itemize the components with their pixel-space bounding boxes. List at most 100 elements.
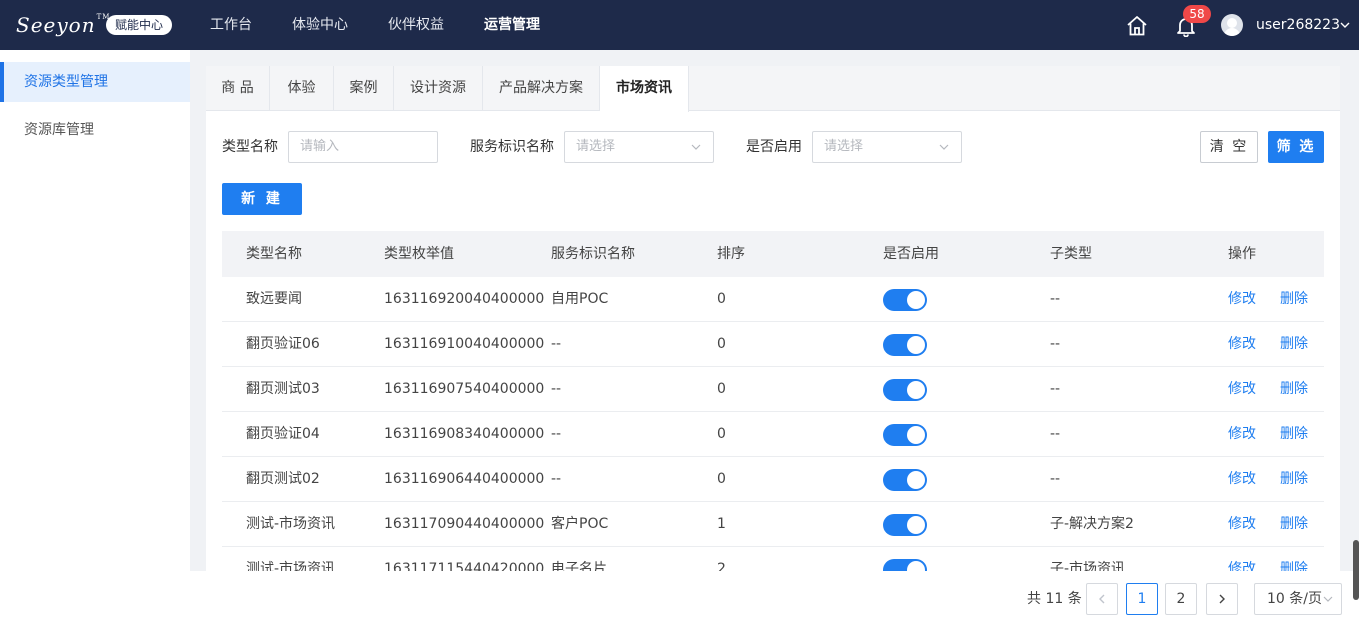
- tab-market-news[interactable]: 市场资讯: [600, 66, 689, 112]
- delete-link[interactable]: 删除: [1280, 367, 1308, 412]
- cell-type-name: 翻页验证06: [246, 336, 320, 352]
- table-row: 致远要闻 163116920040400000 自用POC 0 -- 修改 删除: [222, 277, 1324, 322]
- page-scrollbar[interactable]: [1353, 540, 1359, 600]
- cell-order: 0: [717, 336, 726, 352]
- delete-link[interactable]: 删除: [1280, 547, 1308, 571]
- notification-badge: 58: [1183, 5, 1211, 23]
- enabled-toggle[interactable]: [883, 424, 927, 446]
- edit-link[interactable]: 修改: [1228, 277, 1256, 322]
- enabled-toggle[interactable]: [883, 514, 927, 536]
- chevron-down-icon[interactable]: [1340, 21, 1350, 29]
- enabled-toggle[interactable]: [883, 379, 927, 401]
- chevron-down-icon: [1323, 596, 1333, 602]
- enabled-label: 是否启用: [746, 139, 802, 155]
- cell-type-name: 测试-市场资讯: [246, 561, 336, 571]
- cell-enum: 163116907540400000: [384, 381, 545, 397]
- cell-subtype: --: [1050, 471, 1061, 487]
- chevron-left-icon: [1099, 594, 1105, 604]
- cell-order: 0: [717, 471, 726, 487]
- cell-type-name: 翻页验证04: [246, 426, 320, 442]
- type-name-label: 类型名称: [222, 139, 278, 155]
- main-nav: 工作台 体验中心 伙伴权益 运营管理: [210, 0, 580, 50]
- clear-button[interactable]: 清 空: [1200, 131, 1258, 163]
- cell-type-name: 测试-市场资讯: [246, 516, 336, 532]
- cell-enum: 163116908340400000: [384, 426, 545, 442]
- delete-link[interactable]: 删除: [1280, 277, 1308, 322]
- sidebar: 资源类型管理 资源库管理: [0, 50, 190, 628]
- tab-case[interactable]: 案例: [334, 66, 394, 111]
- cell-service: --: [551, 471, 562, 487]
- cell-enum: 163116910040400000: [384, 336, 545, 352]
- cell-order: 0: [717, 291, 726, 307]
- page-button-1[interactable]: 1: [1126, 583, 1158, 615]
- cell-subtype: 子-解决方案2: [1050, 516, 1134, 532]
- tab-design-resources[interactable]: 设计资源: [394, 66, 483, 111]
- nav-item-operations[interactable]: 运营管理: [484, 0, 540, 50]
- delete-link[interactable]: 删除: [1280, 412, 1308, 457]
- delete-link[interactable]: 删除: [1280, 322, 1308, 367]
- enabled-toggle[interactable]: [883, 334, 927, 356]
- avatar[interactable]: [1221, 14, 1243, 36]
- type-name-input[interactable]: 请输入: [288, 131, 438, 163]
- next-page-button[interactable]: [1206, 583, 1238, 615]
- enabled-toggle[interactable]: [883, 289, 927, 311]
- chevron-right-icon: [1219, 594, 1225, 604]
- main-panel: 商 品 体验 案例 设计资源 产品解决方案 市场资讯 类型名称 请输入 服务标识…: [206, 66, 1340, 571]
- seeyon-logo[interactable]: SeeyonTM: [16, 13, 110, 37]
- column-header-enabled: 是否启用: [883, 246, 939, 262]
- new-button[interactable]: 新 建: [222, 183, 302, 215]
- cell-enum: 163116906440400000: [384, 471, 545, 487]
- service-name-label: 服务标识名称: [470, 139, 554, 155]
- edit-link[interactable]: 修改: [1228, 367, 1256, 412]
- tab-experience[interactable]: 体验: [270, 66, 334, 111]
- cell-type-name: 致远要闻: [246, 291, 302, 307]
- tab-goods[interactable]: 商 品: [206, 66, 270, 111]
- enabled-toggle[interactable]: [883, 469, 927, 491]
- chevron-down-icon: [939, 144, 949, 150]
- cell-enum: 163117090440400000: [384, 516, 545, 532]
- nav-item-workbench[interactable]: 工作台: [210, 0, 252, 50]
- cell-type-name: 翻页测试02: [246, 471, 320, 487]
- cell-order: 0: [717, 381, 726, 397]
- page-size-select[interactable]: 10 条/页: [1254, 583, 1342, 615]
- nav-item-experience-center[interactable]: 体验中心: [292, 0, 348, 50]
- cell-subtype: --: [1050, 336, 1061, 352]
- sidebar-item-resource-library[interactable]: 资源库管理: [0, 110, 190, 150]
- nav-item-partner-benefits[interactable]: 伙伴权益: [388, 0, 444, 50]
- service-name-select[interactable]: 请选择: [564, 131, 714, 163]
- delete-link[interactable]: 删除: [1280, 457, 1308, 502]
- username[interactable]: user268223: [1256, 0, 1340, 50]
- edit-link[interactable]: 修改: [1228, 412, 1256, 457]
- edit-link[interactable]: 修改: [1228, 322, 1256, 367]
- filter-button[interactable]: 筛 选: [1268, 131, 1324, 163]
- sidebar-item-resource-type[interactable]: 资源类型管理: [0, 62, 190, 102]
- home-icon[interactable]: [1126, 15, 1148, 37]
- table-row: 翻页测试02 163116906440400000 -- 0 -- 修改 删除: [222, 457, 1324, 502]
- tab-bar: 商 品 体验 案例 设计资源 产品解决方案 市场资讯: [206, 66, 1340, 112]
- cell-order: 1: [717, 516, 726, 532]
- prev-page-button[interactable]: [1086, 583, 1118, 615]
- cell-subtype: --: [1050, 426, 1061, 442]
- edit-link[interactable]: 修改: [1228, 457, 1256, 502]
- edit-link[interactable]: 修改: [1228, 547, 1256, 571]
- top-bar: SeeyonTM 赋能中心 工作台 体验中心 伙伴权益 运营管理 58 user…: [0, 0, 1359, 50]
- total-count: 共 11 条: [1027, 591, 1082, 607]
- column-header-subtype: 子类型: [1050, 246, 1092, 262]
- table-row: 翻页测试03 163116907540400000 -- 0 -- 修改 删除: [222, 367, 1324, 412]
- enabled-select[interactable]: 请选择: [812, 131, 962, 163]
- tab-product-solutions[interactable]: 产品解决方案: [483, 66, 600, 111]
- page-button-2[interactable]: 2: [1165, 583, 1197, 615]
- column-header-order: 排序: [717, 246, 745, 262]
- logo-text: Seeyon: [16, 13, 96, 37]
- delete-link[interactable]: 删除: [1280, 502, 1308, 547]
- cell-order: 2: [717, 561, 726, 571]
- cell-subtype: --: [1050, 291, 1061, 307]
- enabled-toggle[interactable]: [883, 559, 927, 571]
- cell-subtype: 子-市场资讯: [1050, 561, 1126, 571]
- cell-service: --: [551, 336, 562, 352]
- cell-enum: 163117115440420000: [384, 561, 545, 571]
- edit-link[interactable]: 修改: [1228, 502, 1256, 547]
- cell-service: 电子名片: [551, 561, 607, 571]
- cell-order: 0: [717, 426, 726, 442]
- enabled-select-placeholder: 请选择: [824, 139, 864, 154]
